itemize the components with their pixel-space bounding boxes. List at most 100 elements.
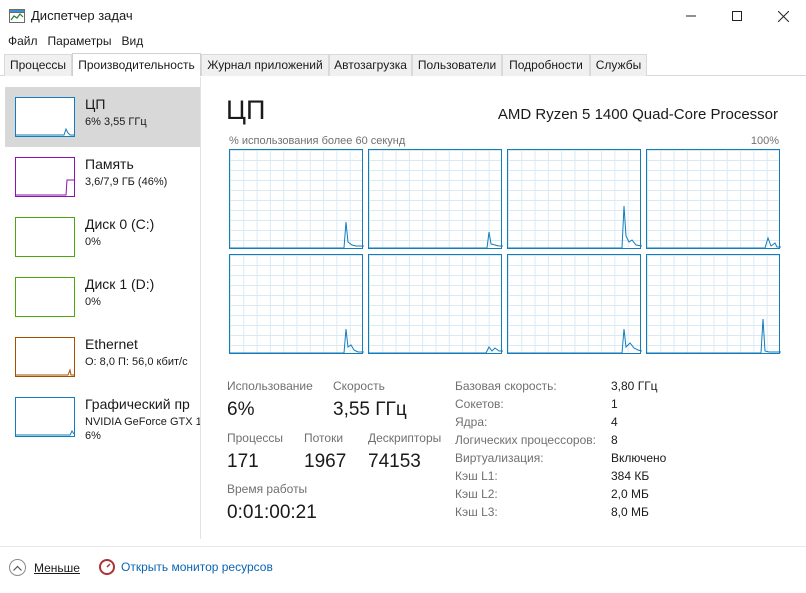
core-graph	[368, 254, 503, 354]
minimize-icon	[686, 15, 696, 17]
core-graph	[229, 149, 364, 249]
cpu-thumbnail	[15, 97, 75, 137]
spec-value: Включено	[611, 451, 667, 465]
core-graph	[646, 149, 781, 249]
uptime-label: Время работы	[227, 482, 308, 496]
sidebar-item-value: 3,6/7,9 ГБ (46%)	[85, 176, 168, 188]
sidebar-item-memory[interactable]: Память 3,6/7,9 ГБ (46%)	[5, 147, 200, 207]
resource-list: ЦП 6% 3,55 ГГц Память 3,6/7,9 ГБ (46%) Д…	[0, 77, 201, 539]
core-graph	[507, 149, 642, 249]
spec-value: 1	[611, 397, 618, 411]
spec-value: 8,0 МБ	[611, 505, 649, 519]
spec-value: 2,0 МБ	[611, 487, 649, 501]
tab-processes[interactable]: Процессы	[4, 54, 72, 76]
page-title: ЦП	[226, 95, 266, 125]
resource-monitor-label: Открыть монитор ресурсов	[121, 560, 273, 574]
core-graph	[229, 254, 364, 354]
ethernet-thumb-line	[16, 368, 74, 376]
spec-label: Кэш L2:	[455, 487, 498, 501]
tab-startup[interactable]: Автозагрузка	[329, 54, 412, 76]
graph-max-label: 100%	[750, 135, 779, 147]
close-icon	[777, 10, 789, 22]
window-title: Диспетчер задач	[31, 8, 133, 23]
tab-performance[interactable]: Производительность	[72, 53, 201, 76]
minimize-button[interactable]	[668, 0, 714, 32]
sidebar-item-label: ЦП	[85, 96, 106, 112]
chevron-up-icon	[9, 559, 26, 576]
menu-bar: Файл Параметры Вид	[0, 32, 806, 52]
speed-value: 3,55 ГГц	[333, 399, 407, 420]
usage-value: 6%	[227, 399, 255, 420]
ethernet-thumbnail	[15, 337, 75, 377]
spec-label: Сокетов:	[455, 397, 504, 411]
spec-label: Ядра:	[455, 415, 488, 429]
menu-options[interactable]: Параметры	[48, 32, 112, 52]
tab-users[interactable]: Пользователи	[412, 54, 502, 76]
memory-thumb-line	[16, 179, 74, 196]
maximize-button[interactable]	[714, 0, 760, 32]
spec-value: 8	[611, 433, 618, 447]
graph-caption: % использования более 60 секунд	[229, 135, 406, 147]
spec-value: 4	[611, 415, 618, 429]
footer-bar: Меньше Открыть монитор ресурсов	[0, 546, 806, 593]
sidebar-item-label: Диск 1 (D:)	[85, 276, 155, 292]
tab-bar: Процессы Производительность Журнал прило…	[0, 53, 806, 76]
disk1-thumbnail	[15, 277, 75, 317]
disk0-thumbnail	[15, 217, 75, 257]
sidebar-item-disk0[interactable]: Диск 0 (C:) 0%	[5, 207, 200, 267]
processes-label: Процессы	[227, 431, 284, 445]
cpu-panel: ЦП AMD Ryzen 5 1400 Quad-Core Processor …	[202, 77, 806, 539]
threads-value: 1967	[304, 451, 347, 472]
handles-value: 74153	[368, 451, 421, 472]
menu-view[interactable]: Вид	[121, 32, 143, 52]
processes-value: 171	[227, 451, 259, 472]
handles-label: Дескрипторы	[368, 431, 442, 445]
task-manager-icon	[9, 9, 25, 23]
gpu-thumbnail	[15, 397, 75, 437]
spec-label: Базовая скорость:	[455, 379, 557, 393]
spec-label: Логических процессоров:	[455, 433, 596, 447]
uptime-value: 0:01:00:21	[227, 502, 317, 523]
sidebar-item-disk1[interactable]: Диск 1 (D:) 0%	[5, 267, 200, 327]
fewer-details-label: Меньше	[34, 560, 80, 575]
sidebar-item-label: Графический пр	[85, 396, 190, 412]
spec-label: Виртуализация:	[455, 451, 544, 465]
sidebar-item-cpu[interactable]: ЦП 6% 3,55 ГГц	[5, 87, 200, 147]
sidebar-item-value: NVIDIA GeForce GTX 1	[85, 416, 201, 428]
tab-services[interactable]: Службы	[590, 54, 647, 76]
memory-thumbnail	[15, 157, 75, 197]
tab-app-history[interactable]: Журнал приложений	[201, 54, 329, 76]
sidebar-item-label: Память	[85, 156, 134, 172]
sidebar-item-label: Ethernet	[85, 336, 138, 352]
sidebar-item-value: 6% 3,55 ГГц	[85, 116, 147, 128]
usage-label: Использование	[227, 379, 313, 393]
fewer-details-button[interactable]: Меньше	[9, 559, 80, 576]
threads-label: Потоки	[304, 431, 344, 445]
open-resource-monitor-link[interactable]: Открыть монитор ресурсов	[99, 559, 273, 575]
maximize-icon	[732, 11, 742, 21]
core-graph	[507, 254, 642, 354]
resource-monitor-icon	[99, 559, 115, 575]
close-button[interactable]	[760, 0, 806, 32]
sidebar-item-value-2: 6%	[85, 430, 101, 442]
sidebar-item-label: Диск 0 (C:)	[85, 216, 155, 232]
core-graph	[646, 254, 781, 354]
menu-file[interactable]: Файл	[8, 32, 38, 52]
spec-value: 384 КБ	[611, 469, 650, 483]
speed-label: Скорость	[333, 379, 385, 393]
cpu-core-graphs	[229, 149, 781, 355]
tab-details[interactable]: Подробности	[502, 54, 590, 76]
spec-label: Кэш L1:	[455, 469, 498, 483]
spec-value: 3,80 ГГц	[611, 379, 658, 393]
cpu-model-name: AMD Ryzen 5 1400 Quad-Core Processor	[497, 106, 778, 123]
sidebar-item-value: 0%	[85, 236, 101, 248]
sidebar-item-value: О: 8,0 П: 56,0 кбит/с	[85, 356, 188, 368]
cpu-thumb-line	[16, 127, 74, 136]
gpu-thumb-line	[16, 430, 75, 436]
sidebar-item-gpu[interactable]: Графический пр NVIDIA GeForce GTX 1 6%	[5, 387, 201, 447]
title-bar: Диспетчер задач	[0, 0, 806, 32]
sidebar-item-ethernet[interactable]: Ethernet О: 8,0 П: 56,0 кбит/с	[5, 327, 200, 387]
sidebar-item-value: 0%	[85, 296, 101, 308]
spec-label: Кэш L3:	[455, 505, 498, 519]
core-graph	[368, 149, 503, 249]
